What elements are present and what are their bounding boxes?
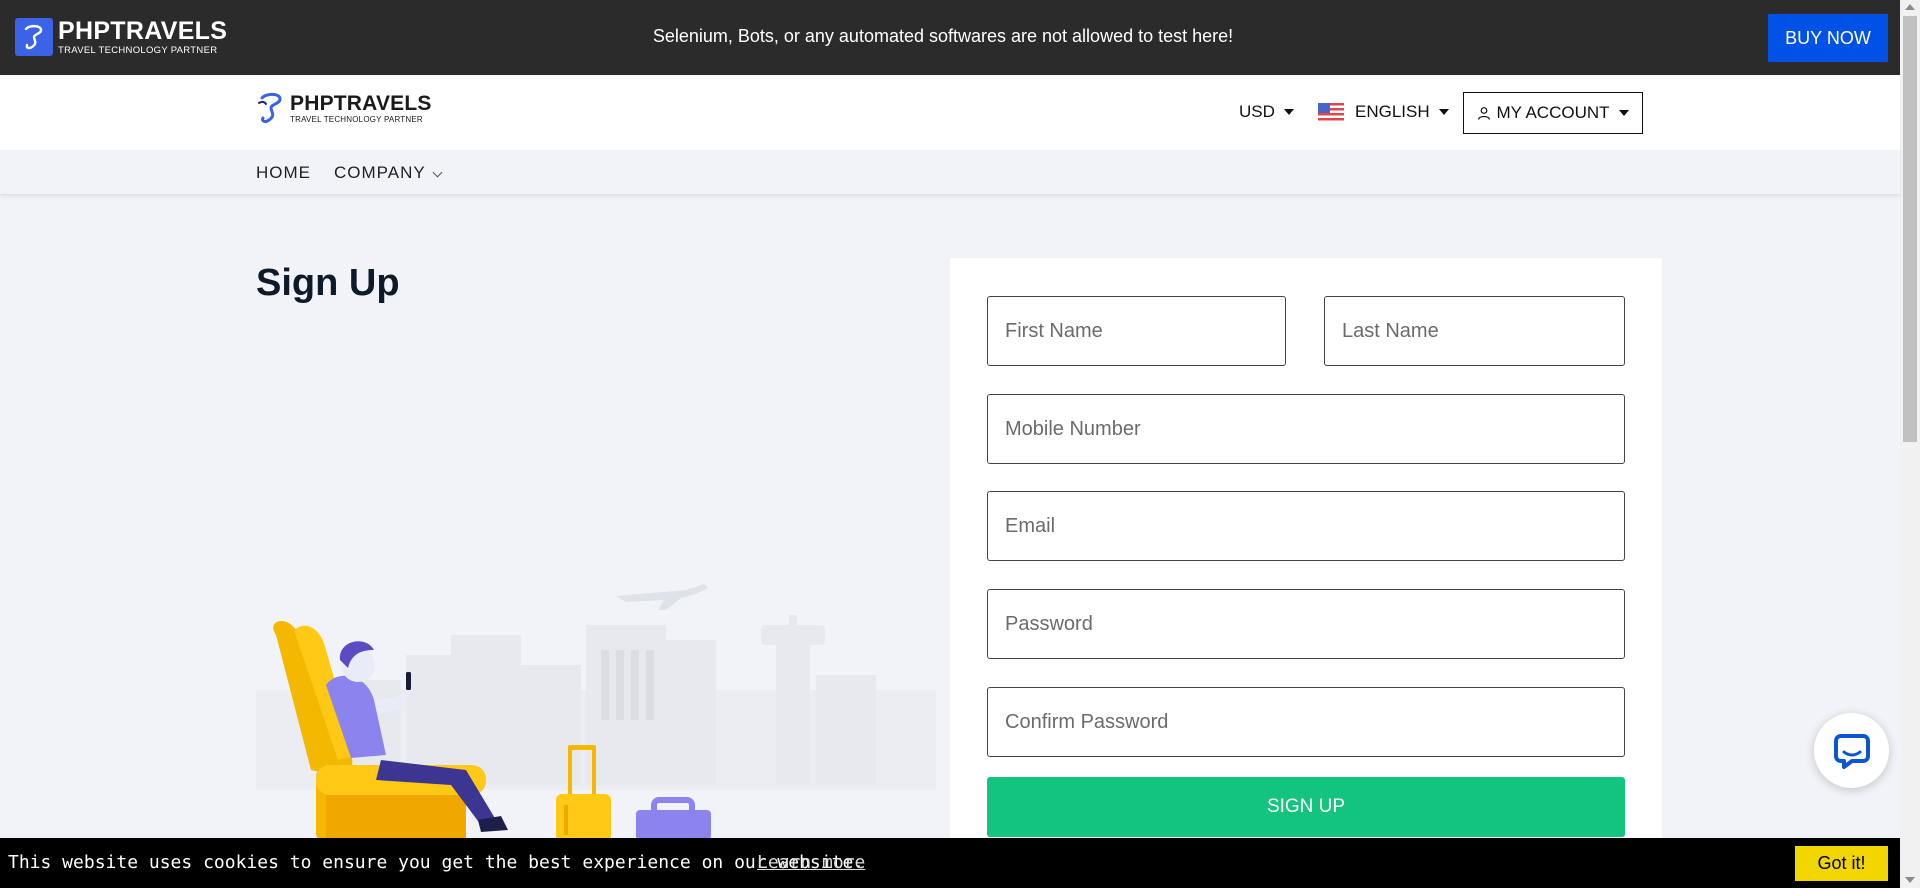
caret-down-icon — [1283, 109, 1294, 115]
caret-down-icon — [1438, 109, 1449, 115]
header-logo[interactable]: PHPTRAVELS TRAVEL TECHNOLOGY PARTNER — [256, 91, 432, 125]
brand-name: PHPTRAVELS — [290, 91, 432, 115]
my-account-label: MY ACCOUNT — [1496, 103, 1610, 122]
brand-tagline: TRAVEL TECHNOLOGY PARTNER — [58, 44, 218, 56]
top-banner: PHPTRAVELS TRAVEL TECHNOLOGY PARTNER Sel… — [0, 0, 1900, 75]
brand-tagline: TRAVEL TECHNOLOGY PARTNER — [290, 114, 423, 124]
last-name-input[interactable] — [1324, 296, 1625, 366]
cookie-message: This website uses cookies to ensure you … — [8, 852, 865, 873]
email-input[interactable] — [987, 491, 1625, 561]
user-icon — [1478, 107, 1491, 120]
signup-form: SIGN UP — [950, 258, 1662, 888]
mobile-number-input[interactable] — [987, 394, 1625, 464]
page-scrollbar[interactable] — [1900, 0, 1920, 888]
got-it-button[interactable]: Got it! — [1795, 846, 1888, 881]
live-chat-button[interactable] — [1814, 713, 1889, 788]
chat-bubble-icon — [1833, 733, 1870, 769]
currency-dropdown[interactable]: USD — [1239, 102, 1294, 122]
chevron-down-icon — [432, 167, 443, 177]
first-name-input[interactable] — [987, 296, 1286, 366]
sign-up-button[interactable]: SIGN UP — [987, 777, 1625, 837]
scrollbar-thumb[interactable] — [1903, 16, 1917, 442]
currency-label: USD — [1239, 102, 1275, 121]
password-input[interactable] — [987, 589, 1625, 659]
language-label: ENGLISH — [1355, 102, 1430, 121]
automation-notice: Selenium, Bots, or any automated softwar… — [652, 26, 1234, 46]
language-dropdown[interactable]: ENGLISH — [1318, 102, 1449, 122]
nav-company-label: COMPANY — [334, 163, 426, 182]
learn-more-link[interactable]: Learn more — [757, 852, 865, 873]
main-nav: HOME COMPANY — [0, 150, 1900, 195]
confirm-password-input[interactable] — [987, 687, 1625, 757]
nav-company[interactable]: COMPANY — [334, 163, 443, 183]
logo-icon — [258, 92, 282, 123]
us-flag-icon — [1318, 103, 1344, 121]
my-account-button[interactable]: MY ACCOUNT — [1463, 92, 1643, 134]
site-header: PHPTRAVELS TRAVEL TECHNOLOGY PARTNER USD… — [0, 75, 1900, 150]
scroll-up-arrow-icon[interactable] — [1905, 4, 1915, 10]
scroll-down-arrow-icon[interactable] — [1905, 877, 1915, 883]
page-title: Sign Up — [256, 262, 400, 304]
nav-home[interactable]: HOME — [256, 163, 311, 183]
cookie-consent-bar: This website uses cookies to ensure you … — [0, 838, 1900, 888]
caret-down-icon — [1618, 110, 1629, 116]
buy-now-button[interactable]: BUY NOW — [1768, 14, 1888, 62]
traveler-illustration — [256, 584, 936, 838]
